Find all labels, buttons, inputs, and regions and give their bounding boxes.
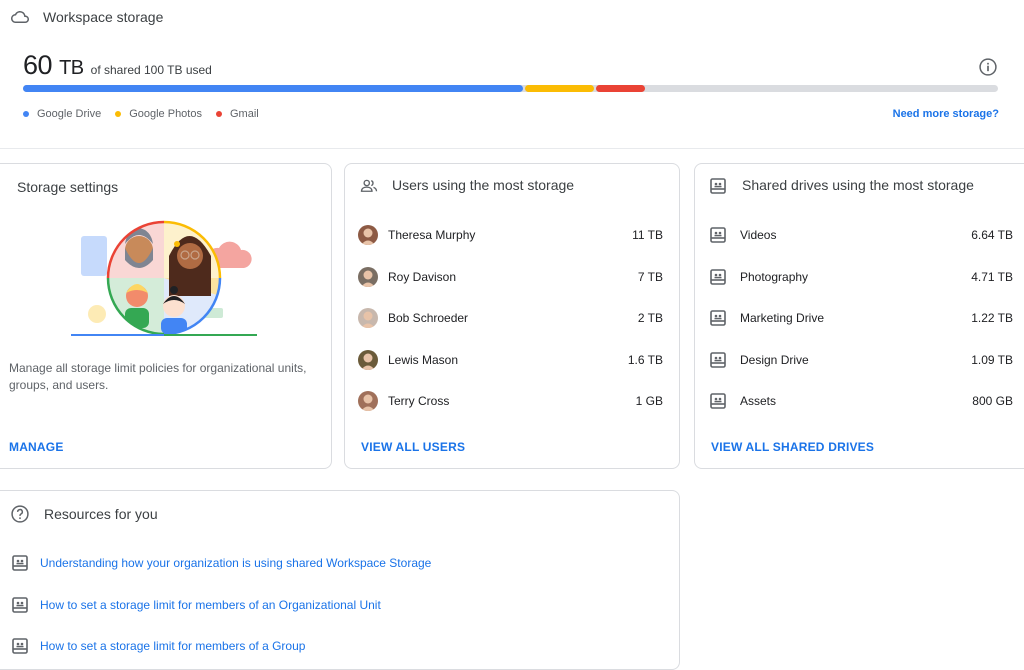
- view-all-users-button[interactable]: VIEW ALL USERS: [361, 440, 465, 454]
- legend-dot: [115, 111, 122, 117]
- user-name: Bob Schroeder: [388, 311, 469, 325]
- page-title: Workspace storage: [43, 9, 164, 25]
- user-row[interactable]: Terry Cross 1 GB: [345, 389, 679, 413]
- top-users-title: Users using the most storage: [392, 177, 575, 193]
- shared-drive-icon: [710, 351, 726, 368]
- legend-label: Gmail: [229, 108, 259, 120]
- info-icon[interactable]: [978, 57, 998, 77]
- people-icon: [360, 179, 378, 192]
- article-icon: [12, 638, 28, 654]
- shared-drive-row[interactable]: Marketing Drive 1.22 TB: [695, 306, 1024, 330]
- need-more-storage-link[interactable]: Need more storage?: [893, 108, 999, 120]
- shared-drive-icon: [710, 393, 726, 409]
- shared-drive-name: Design Drive: [740, 352, 809, 367]
- legend-item: Gmail: [215, 108, 259, 120]
- shared-drive-row[interactable]: Design Drive 1.09 TB: [695, 348, 1024, 372]
- shared-drive-row[interactable]: Assets 800 GB: [695, 389, 1024, 413]
- usage-segment-google-drive: [23, 85, 524, 92]
- people-circle-illustration: [71, 220, 257, 336]
- avatar: [358, 391, 378, 411]
- legend-item: Google Drive: [23, 108, 101, 120]
- storage-settings-card: Storage settings Manage all storage limi…: [0, 163, 332, 469]
- usage-segment-google-photos: [525, 85, 595, 92]
- avatar: [358, 225, 378, 245]
- header-divider: [0, 148, 1024, 149]
- user-row[interactable]: Roy Davison 7 TB: [345, 265, 679, 289]
- shared-drive-icon: [710, 310, 726, 326]
- top-shared-drives-title: Shared drives using the most storage: [742, 177, 974, 193]
- legend-label: Google Photos: [129, 108, 202, 120]
- top-users-card: Users using the most storage Theresa Mur…: [344, 163, 680, 469]
- user-storage-value: 11 TB: [632, 228, 663, 242]
- legend-item: Google Photos: [115, 108, 202, 120]
- used-value: 60: [23, 50, 53, 80]
- user-name: Lewis Mason: [388, 352, 459, 367]
- avatar: [358, 308, 378, 328]
- user-name: Roy Davison: [388, 269, 457, 284]
- storage-settings-title: Storage settings: [17, 179, 119, 195]
- top-shared-drives-card: Shared drives using the most storage Vid…: [694, 163, 1024, 469]
- user-name: Terry Cross: [388, 394, 450, 408]
- resource-link[interactable]: How to set a storage limit for members o…: [40, 639, 305, 653]
- shared-drive-name: Marketing Drive: [740, 311, 825, 325]
- cloud-icon: [11, 10, 29, 23]
- resources-title: Resources for you: [44, 506, 158, 522]
- shared-drive-icon: [710, 227, 726, 243]
- shared-drive-storage-value: 4.71 TB: [971, 269, 1013, 284]
- storage-legend: Google Drive Google Photos Gmail: [23, 108, 259, 120]
- legend-dot: [215, 111, 222, 117]
- storage-settings-description: Manage all storage limit policies for or…: [9, 361, 307, 392]
- shared-drive-icon: [710, 268, 726, 285]
- used-unit: TB: [59, 57, 84, 79]
- user-storage-value: 7 TB: [637, 269, 663, 284]
- resource-link[interactable]: How to set a storage limit for members o…: [40, 598, 381, 612]
- shared-drive-name: Videos: [740, 228, 777, 242]
- user-row[interactable]: Lewis Mason 1.6 TB: [345, 348, 679, 372]
- shared-drive-row[interactable]: Videos 6.64 TB: [695, 223, 1024, 247]
- used-suffix: of shared 100 TB used: [90, 63, 212, 77]
- legend-dot: [23, 111, 29, 117]
- storage-usage-bar: [23, 85, 998, 92]
- article-icon: [12, 596, 28, 613]
- resource-link[interactable]: Understanding how your organization is u…: [40, 556, 431, 570]
- resources-card: Resources for you Understanding how your…: [0, 490, 680, 670]
- view-all-shared-drives-button[interactable]: VIEW ALL SHARED DRIVES: [711, 440, 874, 454]
- avatar: [358, 349, 378, 370]
- user-row[interactable]: Bob Schroeder 2 TB: [345, 306, 679, 330]
- legend-label: Google Drive: [37, 108, 102, 120]
- user-name: Theresa Murphy: [388, 228, 476, 242]
- shared-drive-storage-value: 1.09 TB: [971, 352, 1013, 367]
- user-storage-value: 1.6 TB: [627, 352, 663, 367]
- shared-drive-name: Photography: [740, 269, 809, 284]
- manage-button[interactable]: MANAGE: [9, 440, 64, 454]
- article-icon: [12, 555, 28, 571]
- shared-drive-icon: [710, 178, 726, 194]
- shared-drive-name: Assets: [740, 394, 777, 408]
- shared-drive-row[interactable]: Photography 4.71 TB: [695, 265, 1024, 289]
- shared-drive-storage-value: 800 GB: [972, 394, 1013, 408]
- avatar: [358, 266, 378, 287]
- shared-drive-storage-value: 6.64 TB: [971, 228, 1013, 242]
- storage-used-summary: 60 TB of shared 100 TB used: [23, 50, 212, 81]
- user-storage-value: 2 TB: [637, 311, 663, 325]
- help-icon: [11, 505, 29, 523]
- usage-segment-gmail: [596, 85, 645, 92]
- user-storage-value: 1 GB: [635, 394, 663, 408]
- shared-drive-storage-value: 1.22 TB: [971, 311, 1013, 325]
- user-row[interactable]: Theresa Murphy 11 TB: [345, 223, 679, 247]
